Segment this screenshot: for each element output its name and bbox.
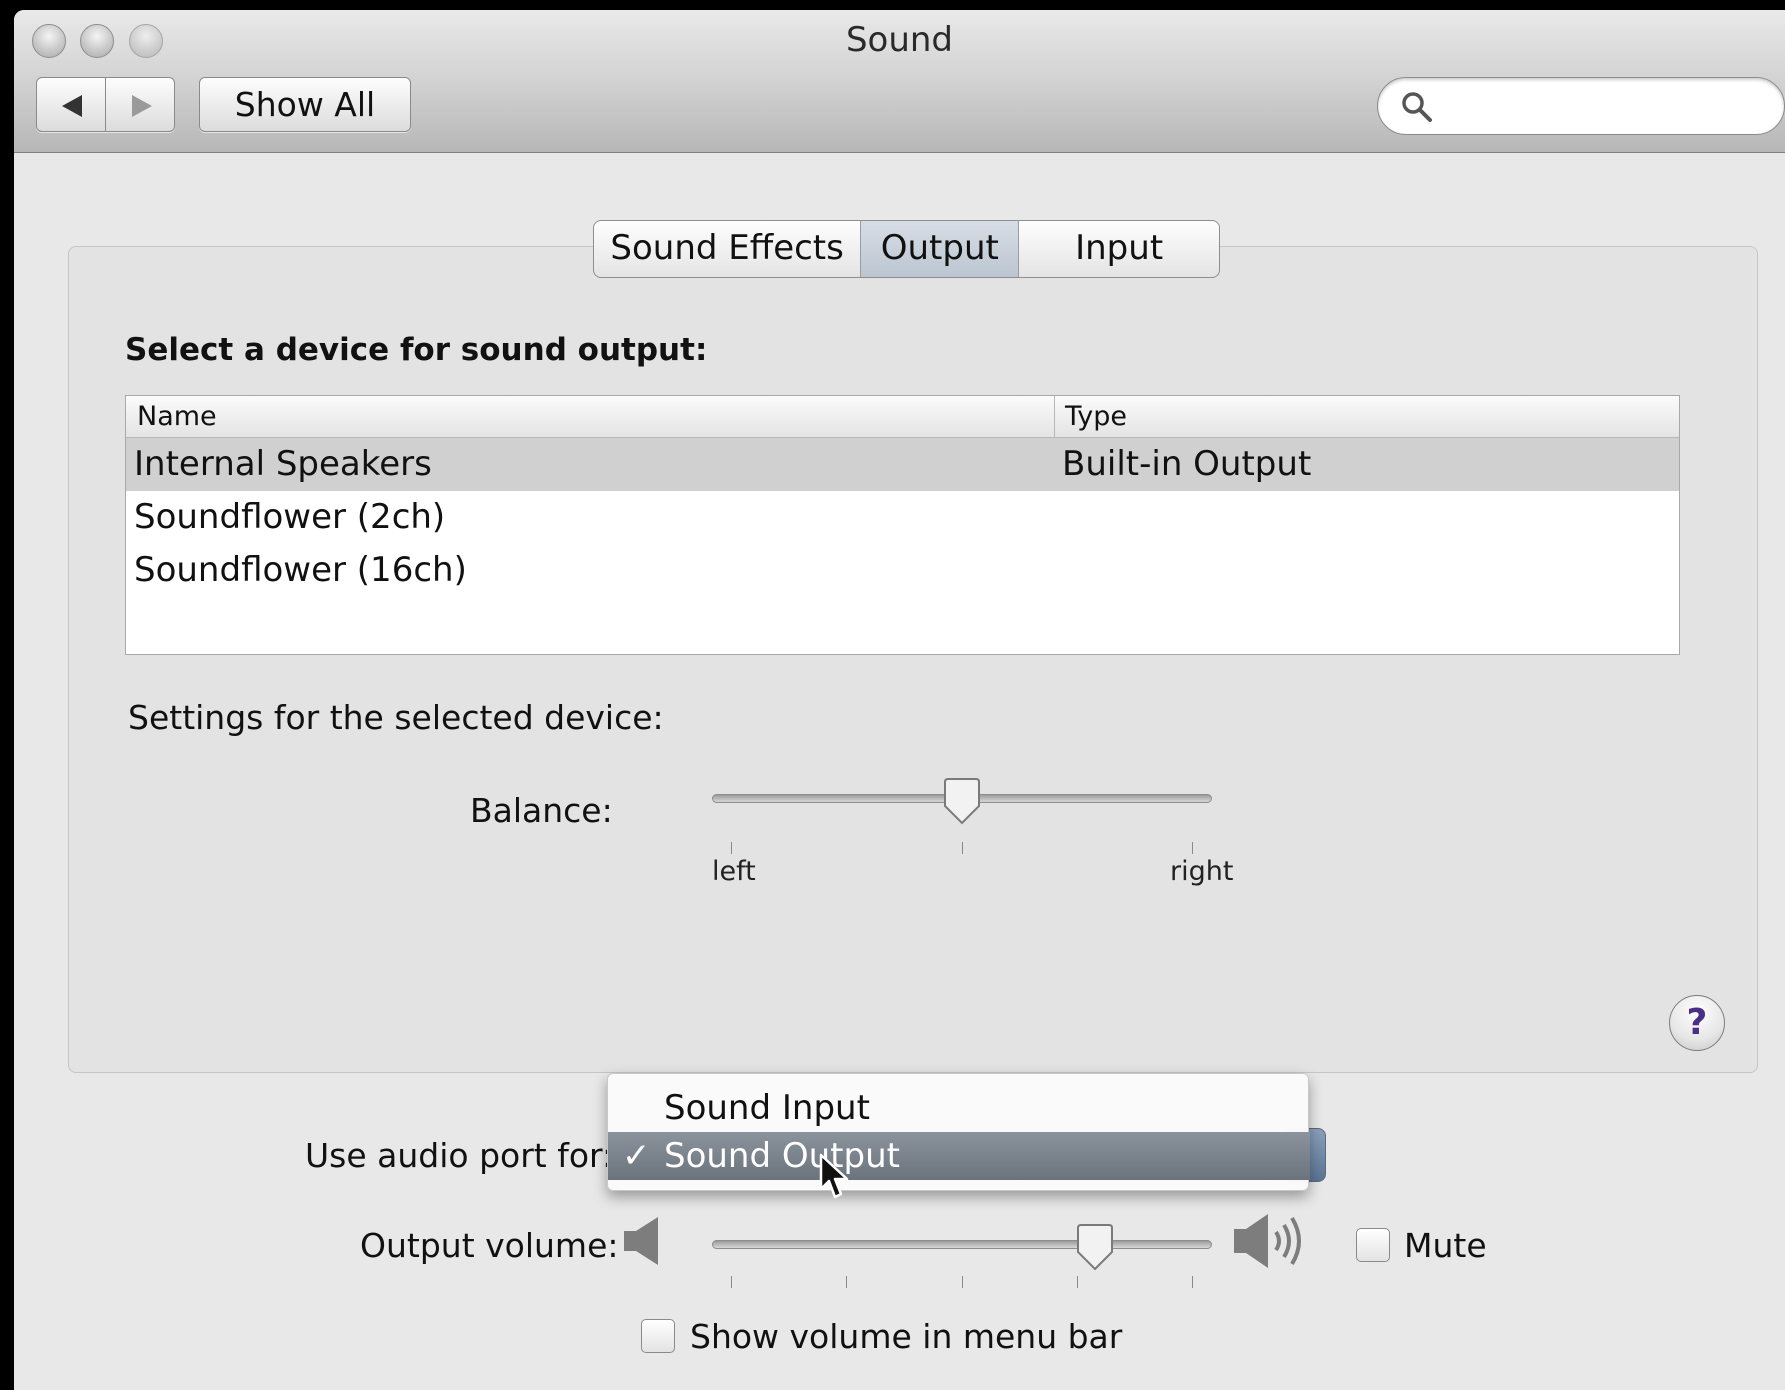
title-bar: Sound Show All [14,10,1785,153]
mouse-cursor-icon [819,1153,849,1199]
tab-bar: Sound Effects Output Input [593,220,1220,278]
output-panel [68,246,1758,1073]
tick-mark [1192,1276,1193,1288]
balance-left-label: left [712,856,756,887]
table-header: Name Type [126,396,1679,438]
tick-mark [846,1276,847,1288]
tab-output[interactable]: Output [861,221,1020,277]
tab-input[interactable]: Input [1019,221,1219,277]
balance-slider[interactable]: left right [712,778,1233,887]
device-name: Internal Speakers [134,444,432,484]
tick-mark [1077,1276,1078,1288]
volume-track [712,1240,1212,1249]
tick-mark [962,842,963,854]
forward-arrow-icon [132,95,152,117]
column-header-type[interactable]: Type [1065,396,1127,438]
audio-port-label: Use audio port for: [305,1136,614,1175]
back-button[interactable] [36,77,106,132]
balance-thumb[interactable] [942,778,982,826]
show-volume-label: Show volume in menu bar [690,1317,1123,1356]
settings-label: Settings for the selected device: [128,698,664,737]
column-divider [1054,396,1055,438]
help-button[interactable]: ? [1669,995,1725,1051]
show-all-button[interactable]: Show All [199,77,411,132]
volume-slider[interactable] [712,1210,1212,1290]
balance-label: Balance: [470,791,613,830]
balance-right-label: right [1170,856,1234,887]
checkmark-icon: ✓ [622,1136,651,1176]
column-header-name[interactable]: Name [137,396,217,438]
speaker-high-icon [1234,1214,1301,1268]
table-row[interactable]: Soundflower (16ch) [126,544,1679,597]
tick-mark [962,1276,963,1288]
menu-item-sound-output[interactable]: ✓ Sound Output [608,1132,1310,1180]
device-name: Soundflower (16ch) [134,550,467,590]
tick-mark [1192,842,1193,854]
window-title: Sound [845,20,954,60]
tick-mark [731,1276,732,1288]
device-name: Soundflower (2ch) [134,497,446,537]
mute-checkbox[interactable] [1356,1228,1390,1262]
speaker-low-icon [624,1217,658,1265]
forward-button[interactable] [105,77,175,132]
menu-item-sound-input[interactable]: Sound Input [608,1084,1310,1132]
menu-item-label: Sound Input [664,1088,870,1128]
tab-sound-effects[interactable]: Sound Effects [594,221,862,277]
table-row[interactable]: Internal Speakers Built-in Output [126,438,1679,491]
show-volume-checkbox[interactable] [641,1319,675,1353]
search-icon [1402,92,1432,122]
volume-thumb[interactable] [1075,1224,1115,1272]
section-title: Select a device for sound output: [125,332,708,368]
table-row[interactable]: Soundflower (2ch) [126,491,1679,544]
mute-label: Mute [1404,1226,1487,1265]
device-type: Built-in Output [1062,444,1312,484]
tick-mark [731,842,732,854]
search-input[interactable] [1377,77,1785,135]
sound-preferences-window: Sound Show All Sound Effects Output Inpu… [14,10,1785,1390]
menu-item-label: Sound Output [664,1136,900,1176]
audio-port-menu[interactable]: Sound Input ✓ Sound Output [607,1073,1310,1191]
device-table[interactable]: Name Type Internal Speakers Built-in Out… [125,395,1680,655]
output-volume-label: Output volume: [360,1226,619,1265]
back-arrow-icon [62,95,82,117]
